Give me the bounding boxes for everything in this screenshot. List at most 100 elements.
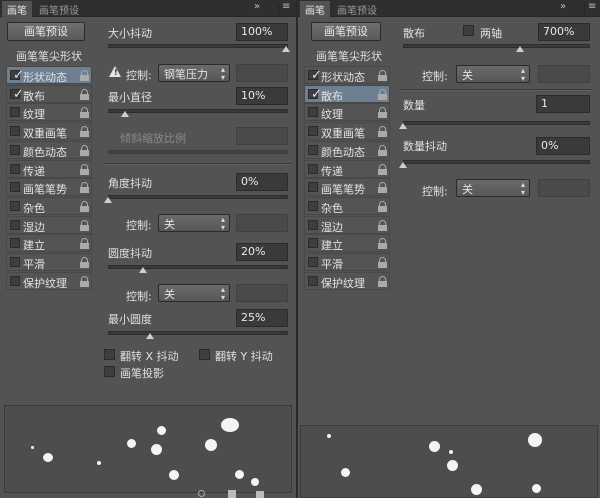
setting-checkbox[interactable]: ✓ [308, 87, 322, 102]
brush-setting-item[interactable]: 湿边 [304, 215, 390, 234]
setting-checkbox[interactable] [10, 107, 20, 118]
setting-checkbox[interactable]: ✓ [10, 87, 24, 102]
control-dropdown-pen-pressure[interactable]: 钢笔压力 ▴ ▾ [158, 64, 230, 82]
lock-icon[interactable] [378, 88, 387, 100]
min-diameter-slider[interactable] [108, 109, 288, 113]
lock-icon[interactable] [378, 70, 387, 81]
brush-setting-item[interactable]: 双重画笔 [304, 122, 390, 141]
lock-icon[interactable] [80, 70, 89, 81]
setting-checkbox[interactable] [10, 219, 20, 230]
tab-brush[interactable]: 画笔 [2, 1, 32, 17]
angle-jitter-thumb[interactable] [104, 197, 112, 203]
lock-icon[interactable] [80, 200, 89, 212]
lock-icon[interactable] [80, 144, 89, 156]
count-slider[interactable] [403, 121, 590, 125]
size-jitter-slider[interactable] [108, 44, 288, 48]
toggle-preview-icon[interactable] [198, 490, 205, 497]
min-diameter-thumb[interactable] [121, 111, 129, 117]
lock-icon[interactable] [378, 238, 387, 250]
count-jitter-value[interactable]: 0% [536, 137, 590, 155]
panel-menu-icon[interactable]: ≡ [588, 1, 596, 12]
lock-icon[interactable] [80, 257, 89, 268]
brush-tip-shape-header[interactable]: 画笔笔尖形状 [304, 48, 394, 64]
panel-menu-icon[interactable]: ≡ [282, 1, 290, 12]
setting-checkbox[interactable] [10, 257, 20, 267]
lock-icon[interactable] [80, 88, 89, 100]
brush-setting-item[interactable]: ✓ 散布 [304, 84, 390, 103]
lock-icon[interactable] [378, 107, 387, 119]
setting-checkbox[interactable] [308, 275, 318, 286]
scatter-thumb[interactable] [516, 46, 524, 52]
tab-brush[interactable]: 画笔 [300, 1, 330, 17]
count-thumb[interactable] [399, 123, 407, 129]
roundness-jitter-value[interactable]: 20% [236, 243, 288, 261]
brush-setting-item[interactable]: 画笔笔势 [6, 178, 92, 197]
setting-checkbox[interactable] [10, 275, 20, 286]
tab-brush-presets[interactable]: 画笔预设 [34, 1, 84, 17]
lock-icon[interactable] [80, 238, 89, 250]
setting-checkbox[interactable] [10, 144, 20, 155]
setting-checkbox[interactable] [308, 126, 318, 137]
setting-checkbox[interactable] [308, 257, 318, 267]
brush-setting-item[interactable]: 画笔笔势 [304, 178, 390, 197]
brush-setting-item[interactable]: 双重画笔 [6, 122, 92, 141]
scatter-slider[interactable] [403, 44, 590, 48]
brush-setting-item[interactable]: 保护纹理 [6, 271, 92, 290]
brush-setting-item[interactable]: 传递 [304, 159, 390, 178]
setting-checkbox[interactable] [308, 144, 318, 155]
brush-setting-item[interactable]: 建立 [6, 234, 92, 253]
setting-checkbox[interactable] [308, 200, 318, 211]
setting-checkbox[interactable] [10, 238, 20, 249]
angle-jitter-value[interactable]: 0% [236, 173, 288, 191]
control-dropdown-angle[interactable]: 关 ▴ ▾ [158, 214, 230, 232]
lock-icon[interactable] [80, 182, 89, 194]
brush-setting-item[interactable]: 传递 [6, 159, 92, 178]
lock-icon[interactable] [378, 163, 387, 175]
setting-checkbox[interactable] [308, 163, 318, 174]
brush-setting-item[interactable]: 湿边 [6, 215, 92, 234]
brush-setting-item[interactable]: 建立 [304, 234, 390, 253]
tab-brush-presets[interactable]: 画笔预设 [332, 1, 382, 17]
count-jitter-slider[interactable] [403, 160, 590, 164]
setting-checkbox[interactable]: ✓ [10, 68, 24, 83]
flip-x-checkbox[interactable] [104, 349, 115, 360]
setting-checkbox[interactable] [308, 182, 318, 193]
setting-checkbox[interactable]: ✓ [308, 68, 322, 83]
min-roundness-value[interactable]: 25% [236, 309, 288, 327]
brush-setting-item[interactable]: 纹理 [6, 103, 92, 122]
min-roundness-slider[interactable] [108, 331, 288, 335]
lock-icon[interactable] [378, 144, 387, 156]
min-roundness-thumb[interactable] [146, 333, 154, 339]
both-axes-checkbox[interactable] [463, 25, 474, 36]
brush-setting-item[interactable]: ✓ 形状动态 [6, 66, 92, 84]
brush-presets-button[interactable]: 画笔预设 [311, 22, 381, 41]
brush-setting-item[interactable]: 杂色 [6, 196, 92, 215]
size-jitter-thumb[interactable] [282, 46, 290, 52]
brush-setting-item[interactable]: 平滑 [6, 253, 92, 271]
setting-checkbox[interactable] [10, 126, 20, 137]
brush-setting-item[interactable]: 纹理 [304, 103, 390, 122]
brush-tip-shape-header[interactable]: 画笔笔尖形状 [4, 48, 94, 64]
setting-checkbox[interactable] [308, 219, 318, 230]
brush-setting-item[interactable]: 保护纹理 [304, 271, 390, 290]
lock-icon[interactable] [378, 257, 387, 268]
setting-checkbox[interactable] [308, 107, 318, 118]
lock-icon[interactable] [378, 182, 387, 194]
lock-icon[interactable] [80, 163, 89, 175]
roundness-jitter-slider[interactable] [108, 265, 288, 269]
lock-icon[interactable] [378, 275, 387, 287]
brush-presets-button[interactable]: 画笔预设 [7, 22, 85, 41]
grid-icon[interactable] [228, 490, 236, 498]
count-jitter-thumb[interactable] [399, 162, 407, 168]
lock-icon[interactable] [80, 219, 89, 231]
lock-icon[interactable] [378, 200, 387, 212]
control-dropdown-count[interactable]: 关 ▴ ▾ [456, 179, 530, 197]
brush-setting-item[interactable]: ✓ 形状动态 [304, 66, 390, 84]
setting-checkbox[interactable] [10, 163, 20, 174]
size-jitter-value[interactable]: 100% [236, 23, 288, 41]
lock-icon[interactable] [378, 126, 387, 138]
setting-checkbox[interactable] [308, 238, 318, 249]
lock-icon[interactable] [80, 275, 89, 287]
count-value[interactable]: 1 [536, 95, 590, 113]
control-dropdown-scatter[interactable]: 关 ▴ ▾ [456, 65, 530, 83]
